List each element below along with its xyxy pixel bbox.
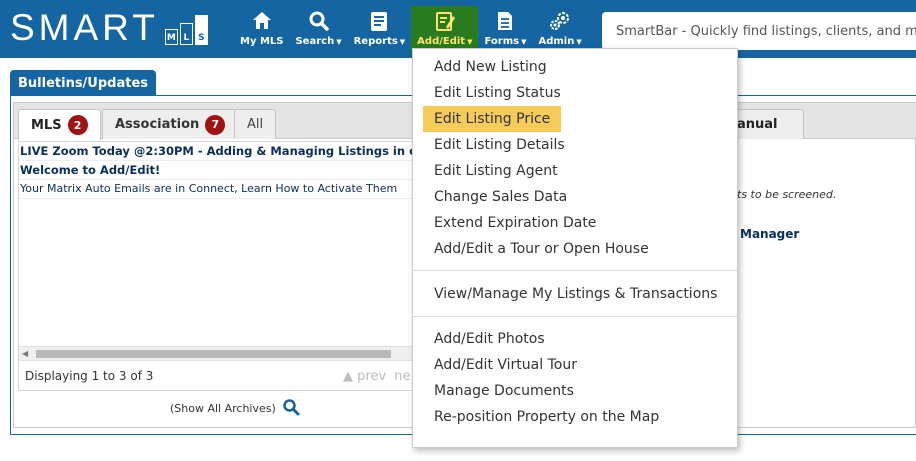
- nav-reports[interactable]: Reports ▼: [348, 6, 412, 56]
- nav-label: Search: [295, 36, 335, 47]
- menu-item-add-edit-virtual-tour[interactable]: Add/Edit Virtual Tour: [423, 352, 588, 378]
- scrollbar-thumb[interactable]: [36, 350, 391, 358]
- nav-label: Forms: [484, 36, 520, 47]
- count-badge: 2: [67, 115, 88, 135]
- caret-down-icon: ▼: [576, 38, 582, 46]
- menu-item-manage-documents[interactable]: Manage Documents: [423, 378, 585, 404]
- menu-item-edit-listing-status[interactable]: Edit Listing Status: [423, 80, 572, 106]
- logo-box-m: M: [164, 29, 178, 45]
- bulletins-panel-title: Bulletins/Updates: [10, 70, 157, 97]
- bulletin-link[interactable]: Welcome to Add/Edit!: [19, 161, 437, 180]
- menu-item-extend-expiration-date[interactable]: Extend Expiration Date: [423, 210, 607, 236]
- smartbar-search-input[interactable]: [602, 12, 916, 50]
- menu-item-add-edit-tour[interactable]: Add/Edit a Tour or Open House: [423, 236, 660, 262]
- menu-divider: [413, 270, 737, 271]
- menu-item-edit-listing-price[interactable]: Edit Listing Price: [423, 106, 562, 132]
- gears-icon: [548, 9, 572, 33]
- tab-label: MLS: [31, 117, 62, 133]
- nav-search[interactable]: Search ▼: [289, 6, 347, 56]
- logo-boxes: M L S: [164, 15, 208, 45]
- nav-my-mls[interactable]: My MLS: [234, 6, 289, 56]
- logo-box-l: L: [179, 23, 193, 45]
- archives-label: (Show All Archives): [170, 402, 276, 415]
- manager-link[interactable]: Manager: [740, 227, 799, 241]
- tab-mls[interactable]: MLS 2: [18, 109, 101, 140]
- caret-down-icon: ▼: [336, 38, 342, 46]
- next-link[interactable]: ne: [394, 369, 410, 384]
- menu-item-reposition-property[interactable]: Re-position Property on the Map: [423, 404, 670, 430]
- menu-item-change-sales-data[interactable]: Change Sales Data: [423, 184, 578, 210]
- tab-label: Association: [115, 117, 200, 132]
- scroll-left-icon[interactable]: ◀: [22, 349, 28, 358]
- search-icon: [308, 9, 330, 33]
- menu-item-add-edit-photos[interactable]: Add/Edit Photos: [423, 326, 556, 352]
- tab-association[interactable]: Association 7: [102, 109, 239, 139]
- menu-item-add-new-listing[interactable]: Add New Listing: [423, 54, 558, 80]
- edit-icon: [434, 9, 456, 33]
- add-edit-dropdown-menu: Add New Listing Edit Listing Status Edit…: [412, 48, 738, 448]
- menu-divider: [413, 316, 737, 317]
- pager: ▲ prev ne: [343, 369, 410, 384]
- display-count: Displaying 1 to 3 of 3: [25, 368, 154, 383]
- nav-label: My MLS: [240, 36, 284, 47]
- bulletin-link[interactable]: Your Matrix Auto Emails are in Connect, …: [19, 180, 437, 199]
- clipboard-icon: [368, 9, 390, 33]
- nav-label: Reports: [353, 36, 398, 47]
- bulletin-link[interactable]: LIVE Zoom Today @2:30PM - Adding & Manag…: [19, 142, 437, 161]
- show-all-archives[interactable]: (Show All Archives): [170, 398, 300, 419]
- document-icon: [494, 9, 516, 33]
- caret-down-icon: ▼: [399, 38, 406, 46]
- prev-link[interactable]: ▲ prev: [343, 369, 386, 384]
- logo-text: SMART: [10, 7, 159, 48]
- bulletin-list: LIVE Zoom Today @2:30PM - Adding & Manag…: [18, 141, 438, 391]
- list-status-row: Displaying 1 to 3 of 3 ▲ prev ne: [19, 360, 437, 390]
- caret-down-icon: ▼: [521, 38, 527, 46]
- horizontal-scrollbar[interactable]: ◀: [19, 346, 437, 360]
- nav-label: Admin: [538, 36, 575, 47]
- tab-all[interactable]: All: [234, 109, 277, 139]
- count-badge: 7: [205, 114, 226, 135]
- logo-box-s: S: [194, 15, 208, 45]
- menu-item-view-manage-listings[interactable]: View/Manage My Listings & Transactions: [423, 281, 728, 307]
- menu-item-edit-listing-agent[interactable]: Edit Listing Agent: [423, 158, 569, 184]
- search-icon: [282, 398, 300, 419]
- menu-item-edit-listing-details[interactable]: Edit Listing Details: [423, 132, 576, 158]
- tab-label: All: [247, 117, 264, 132]
- smart-mls-logo[interactable]: SMART M L S: [10, 8, 208, 48]
- home-icon: [251, 9, 273, 33]
- caret-down-icon: ▼: [467, 38, 473, 46]
- screening-note: ts to be screened.: [737, 188, 837, 201]
- nav-label: Add/Edit: [417, 36, 466, 47]
